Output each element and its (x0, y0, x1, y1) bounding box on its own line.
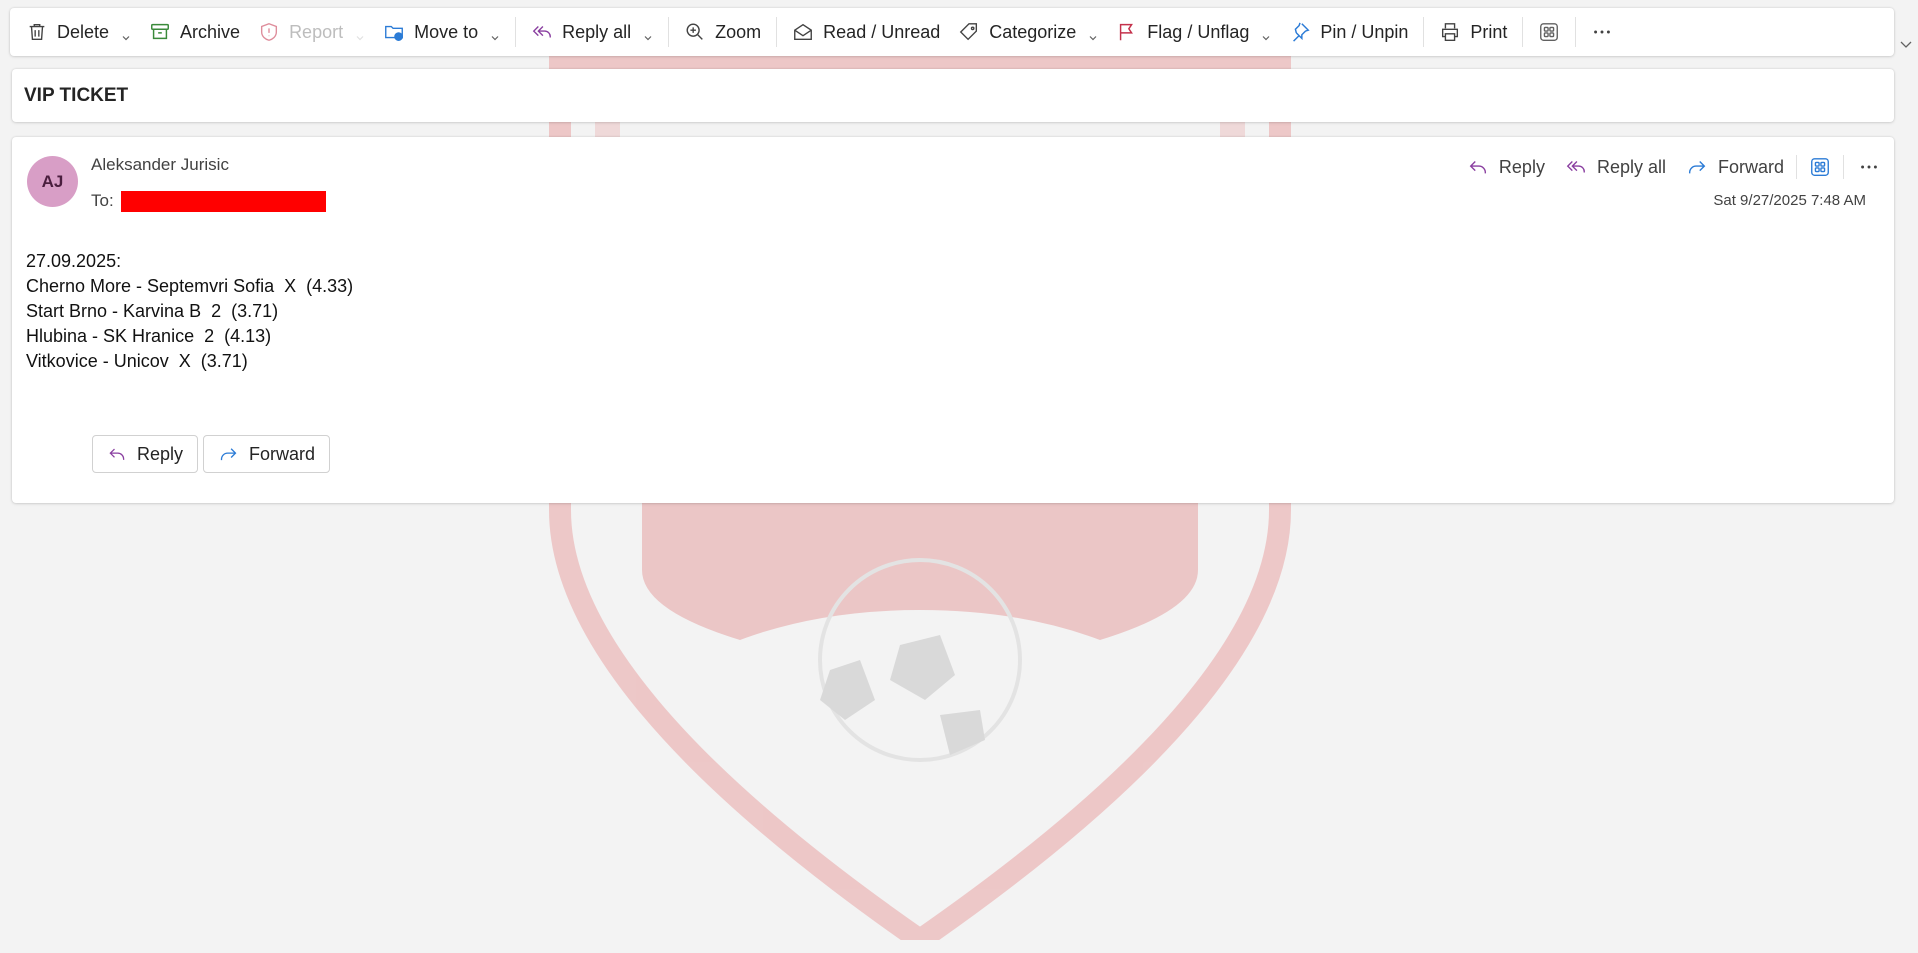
forward-label: Forward (1717, 156, 1784, 177)
reply-button[interactable]: Reply (1467, 156, 1545, 178)
envelope-open-icon (794, 23, 813, 41)
apps-grid-icon (1540, 23, 1559, 41)
message-body: 27.09.2025: Cherno More - Septemvri Sofi… (26, 249, 353, 374)
more-horizontal-icon (1594, 30, 1611, 34)
footer-forward-button[interactable]: Forward (203, 435, 330, 473)
more-options-button[interactable] (1582, 8, 1622, 56)
message-card: AJ Aleksander Jurisic To: Reply Reply al… (12, 137, 1894, 503)
reply-all-button[interactable]: Reply all (522, 8, 662, 56)
subject-bar: VIP TICKET (12, 69, 1894, 122)
message-actions: Reply Reply all Forward (1447, 151, 1880, 183)
body-line: Cherno More - Septemvri Sofia X (4.33) (26, 276, 354, 296)
delete-label: Delete (57, 21, 110, 42)
footer-reply-label: Reply (136, 443, 183, 464)
toolbar-divider (1423, 17, 1425, 47)
reply-all-icon (1566, 161, 1585, 173)
printer-icon (1442, 23, 1459, 41)
forward-icon (220, 448, 237, 461)
zoom-in-icon (686, 23, 703, 40)
body-line: Hlubina - SK Hranice 2 (4.13) (26, 326, 272, 346)
categorize-label: Categorize (989, 21, 1077, 42)
actions-divider (1796, 155, 1797, 179)
delete-button[interactable]: Delete (10, 8, 140, 56)
archive-button[interactable]: Archive (140, 8, 249, 56)
chevron-down-icon[interactable] (490, 27, 500, 41)
body-line: Vitkovice - Unicov X (3.71) (26, 351, 248, 371)
flag-icon (1120, 23, 1134, 41)
toolbar-divider (1522, 17, 1524, 47)
chevron-down-icon[interactable] (1088, 27, 1098, 41)
subject-title: VIP TICKET (24, 84, 129, 106)
print-button[interactable]: Print (1430, 8, 1516, 56)
sender-name[interactable]: Aleksander Jurisic (91, 155, 229, 175)
chevron-down-icon[interactable] (643, 27, 653, 41)
reply-all-icon (532, 26, 552, 38)
forward-button[interactable]: Forward (1686, 156, 1784, 178)
avatar[interactable]: AJ (27, 156, 78, 207)
actions-divider (1843, 155, 1844, 179)
report-label: Report (289, 21, 344, 42)
folder-move-icon (385, 25, 404, 41)
categorize-button[interactable]: Categorize (949, 8, 1107, 56)
trash-icon (29, 23, 45, 41)
body-line: Start Brno - Karvina B 2 (3.71) (26, 301, 279, 321)
footer-reply-button[interactable]: Reply (92, 435, 198, 473)
archive-icon (151, 23, 170, 40)
print-label: Print (1470, 21, 1508, 42)
toolbar-divider (515, 17, 517, 47)
apps-grid-icon (1811, 158, 1829, 176)
message-timestamp: Sat 9/27/2025 7:48 AM (1713, 192, 1866, 209)
pin-unpin-label: Pin / Unpin (1320, 21, 1409, 42)
move-to-button[interactable]: Move to (374, 8, 509, 56)
chevron-down-icon[interactable] (1898, 36, 1914, 52)
chevron-down-icon[interactable] (1261, 27, 1271, 41)
tag-icon (960, 23, 978, 41)
more-horizontal-icon (1861, 165, 1877, 169)
reply-all-label: Reply all (1596, 156, 1666, 177)
read-unread-button[interactable]: Read / Unread (783, 8, 949, 56)
apps-button[interactable] (1529, 8, 1569, 56)
forward-icon (1688, 161, 1706, 174)
body-line: 27.09.2025: (26, 251, 122, 271)
pin-icon (1293, 22, 1310, 42)
zoom-label: Zoom (715, 21, 762, 42)
flag-unflag-label: Flag / Unflag (1147, 21, 1250, 42)
toolbar-divider (1575, 17, 1577, 47)
to-label: To: (91, 191, 114, 210)
reply-all-button[interactable]: Reply all (1565, 156, 1666, 178)
footer-forward-label: Forward (248, 443, 315, 464)
zoom-button[interactable]: Zoom (675, 8, 770, 56)
more-options-button[interactable] (1858, 156, 1880, 178)
shield-alert-icon (261, 23, 278, 41)
apps-button[interactable] (1809, 156, 1831, 178)
reply-label: Reply (1498, 156, 1545, 177)
report-button[interactable]: Report (249, 8, 374, 56)
command-toolbar: Delete Archive Report Move to Reply all … (10, 8, 1894, 56)
reply-all-label: Reply all (562, 21, 632, 42)
archive-label: Archive (180, 21, 241, 42)
read-unread-label: Read / Unread (823, 21, 941, 42)
chevron-down-icon[interactable] (355, 27, 365, 41)
chevron-down-icon[interactable] (121, 27, 131, 41)
toolbar-divider (776, 17, 778, 47)
recipient-redaction (121, 191, 326, 212)
move-to-label: Move to (414, 21, 479, 42)
toolbar-divider (668, 17, 670, 47)
flag-unflag-button[interactable]: Flag / Unflag (1107, 8, 1280, 56)
reply-icon (1469, 161, 1486, 174)
reply-icon (109, 448, 125, 460)
pin-unpin-button[interactable]: Pin / Unpin (1280, 8, 1417, 56)
